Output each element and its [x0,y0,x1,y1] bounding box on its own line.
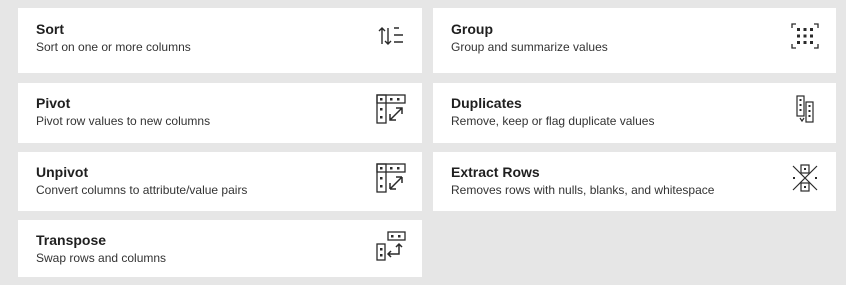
card-title: Duplicates [451,95,522,111]
card-description: Removes rows with nulls, blanks, and whi… [451,183,715,197]
duplicates-icon [796,95,814,123]
extract-rows-card[interactable]: Extract Rows Removes rows with nulls, bl… [433,152,836,211]
card-title: Pivot [36,95,71,111]
card-title: Sort [36,21,64,37]
group-icon [791,23,819,49]
unpivot-icon [376,163,406,193]
group-card[interactable]: Group Group and summarize values [433,8,836,73]
sort-card[interactable]: Sort Sort on one or more columns [18,8,422,73]
transpose-icon [376,231,406,261]
card-title: Group [451,21,493,37]
pivot-icon [376,94,406,124]
card-title: Transpose [36,232,107,248]
pivot-card[interactable]: Pivot Pivot row values to new columns [18,83,422,143]
card-description: Convert columns to attribute/value pairs [36,183,248,197]
card-title: Extract Rows [451,164,540,180]
duplicates-card[interactable]: Duplicates Remove, keep or flag duplicat… [433,83,836,143]
extract-rows-icon [792,164,818,192]
card-description: Pivot row values to new columns [36,114,211,128]
transpose-card[interactable]: Transpose Swap rows and columns [18,220,422,277]
card-description: Sort on one or more columns [36,40,191,54]
card-description: Group and summarize values [451,40,608,54]
sort-icon [378,27,403,45]
card-description: Remove, keep or flag duplicate values [451,114,655,128]
card-description: Swap rows and columns [36,251,167,265]
unpivot-card[interactable]: Unpivot Convert columns to attribute/val… [18,152,422,211]
card-title: Unpivot [36,164,89,180]
